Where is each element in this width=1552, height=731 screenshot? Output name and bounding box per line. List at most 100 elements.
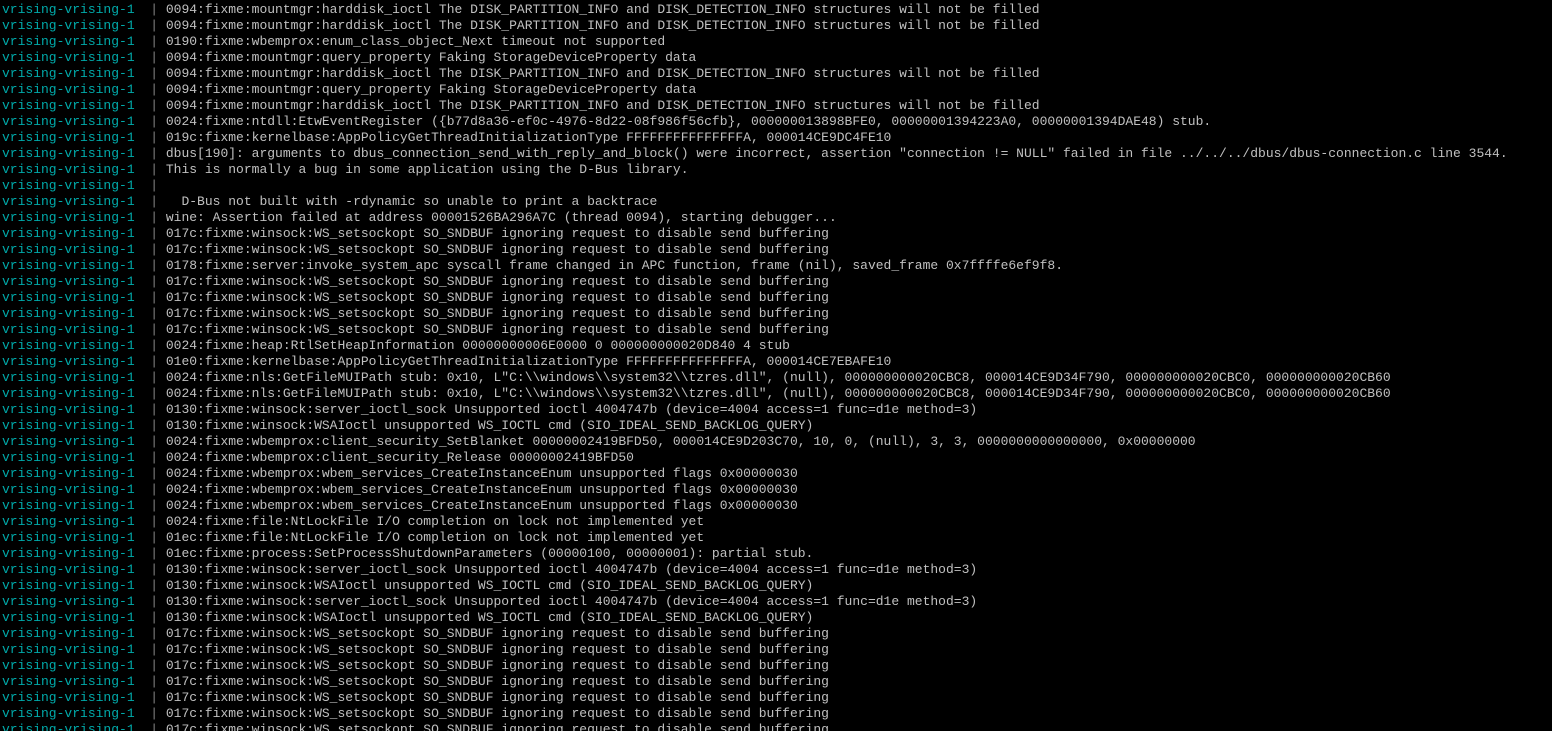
- log-message: 0094:fixme:mountmgr:harddisk_ioctl The D…: [166, 18, 1040, 33]
- log-message: 017c:fixme:winsock:WS_setsockopt SO_SNDB…: [166, 306, 829, 321]
- log-line: vrising-vrising-1 | D-Bus not built with…: [2, 194, 1552, 210]
- log-separator: |: [135, 402, 166, 417]
- log-line: vrising-vrising-1 | wine: Assertion fail…: [2, 210, 1552, 226]
- log-prefix: vrising-vrising-1: [2, 514, 135, 529]
- log-line: vrising-vrising-1 | 0024:fixme:wbemprox:…: [2, 482, 1552, 498]
- log-message: 0094:fixme:mountmgr:query_property Fakin…: [166, 82, 697, 97]
- log-message: 0190:fixme:wbemprox:enum_class_object_Ne…: [166, 34, 665, 49]
- log-separator: |: [135, 674, 166, 689]
- log-message: 017c:fixme:winsock:WS_setsockopt SO_SNDB…: [166, 706, 829, 721]
- log-line: vrising-vrising-1 | 017c:fixme:winsock:W…: [2, 690, 1552, 706]
- log-separator: |: [135, 34, 166, 49]
- log-separator: |: [135, 2, 166, 17]
- log-message: 0094:fixme:mountmgr:query_property Fakin…: [166, 50, 697, 65]
- log-line: vrising-vrising-1 | 0024:fixme:wbemprox:…: [2, 434, 1552, 450]
- log-separator: |: [135, 354, 166, 369]
- log-separator: |: [135, 610, 166, 625]
- log-prefix: vrising-vrising-1: [2, 34, 135, 49]
- log-separator: |: [135, 338, 166, 353]
- log-separator: |: [135, 514, 166, 529]
- log-line: vrising-vrising-1 | 0024:fixme:nls:GetFi…: [2, 370, 1552, 386]
- log-prefix: vrising-vrising-1: [2, 706, 135, 721]
- log-line: vrising-vrising-1 |: [2, 178, 1552, 194]
- log-separator: |: [135, 546, 166, 561]
- log-separator: |: [135, 98, 166, 113]
- log-prefix: vrising-vrising-1: [2, 466, 135, 481]
- log-separator: |: [135, 274, 166, 289]
- log-line: vrising-vrising-1 | 017c:fixme:winsock:W…: [2, 626, 1552, 642]
- log-separator: |: [135, 578, 166, 593]
- log-separator: |: [135, 482, 166, 497]
- log-separator: |: [135, 690, 166, 705]
- log-message: 017c:fixme:winsock:WS_setsockopt SO_SNDB…: [166, 242, 829, 257]
- log-message: 017c:fixme:winsock:WS_setsockopt SO_SNDB…: [166, 322, 829, 337]
- log-line: vrising-vrising-1 | 01e0:fixme:kernelbas…: [2, 354, 1552, 370]
- log-line: vrising-vrising-1 | 0094:fixme:mountmgr:…: [2, 2, 1552, 18]
- log-line: vrising-vrising-1 | 017c:fixme:winsock:W…: [2, 674, 1552, 690]
- log-line: vrising-vrising-1 | 0094:fixme:mountmgr:…: [2, 66, 1552, 82]
- log-message: 0130:fixme:winsock:server_ioctl_sock Uns…: [166, 562, 977, 577]
- log-separator: |: [135, 722, 166, 731]
- log-separator: |: [135, 498, 166, 513]
- log-separator: |: [135, 226, 166, 241]
- log-separator: |: [135, 386, 166, 401]
- log-separator: |: [135, 18, 166, 33]
- log-separator: |: [135, 290, 166, 305]
- log-message: 0024:fixme:file:NtLockFile I/O completio…: [166, 514, 704, 529]
- log-message: 0024:fixme:wbemprox:client_security_SetB…: [166, 434, 1196, 449]
- log-line: vrising-vrising-1 | 017c:fixme:winsock:W…: [2, 706, 1552, 722]
- log-prefix: vrising-vrising-1: [2, 658, 135, 673]
- log-separator: |: [135, 706, 166, 721]
- log-line: vrising-vrising-1 | 0094:fixme:mountmgr:…: [2, 50, 1552, 66]
- log-prefix: vrising-vrising-1: [2, 722, 135, 731]
- log-message: This is normally a bug in some applicati…: [166, 162, 689, 177]
- log-line: vrising-vrising-1 | 0190:fixme:wbemprox:…: [2, 34, 1552, 50]
- log-message: 0024:fixme:wbemprox:wbem_services_Create…: [166, 482, 798, 497]
- log-message: 017c:fixme:winsock:WS_setsockopt SO_SNDB…: [166, 290, 829, 305]
- log-prefix: vrising-vrising-1: [2, 50, 135, 65]
- log-prefix: vrising-vrising-1: [2, 322, 135, 337]
- log-separator: |: [135, 594, 166, 609]
- log-line: vrising-vrising-1 | dbus[190]: arguments…: [2, 146, 1552, 162]
- log-message: dbus[190]: arguments to dbus_connection_…: [166, 146, 1508, 161]
- log-line: vrising-vrising-1 | 017c:fixme:winsock:W…: [2, 658, 1552, 674]
- log-separator: |: [135, 258, 166, 273]
- log-line: vrising-vrising-1 | 0094:fixme:mountmgr:…: [2, 18, 1552, 34]
- log-separator: |: [135, 178, 166, 193]
- log-line: vrising-vrising-1 | 019c:fixme:kernelbas…: [2, 130, 1552, 146]
- log-message: 0024:fixme:wbemprox:wbem_services_Create…: [166, 498, 798, 513]
- log-line: vrising-vrising-1 | 0024:fixme:wbemprox:…: [2, 498, 1552, 514]
- log-line: vrising-vrising-1 | 0094:fixme:mountmgr:…: [2, 98, 1552, 114]
- log-line: vrising-vrising-1 | 0130:fixme:winsock:s…: [2, 562, 1552, 578]
- log-message: 017c:fixme:winsock:WS_setsockopt SO_SNDB…: [166, 722, 829, 731]
- log-message: 0094:fixme:mountmgr:harddisk_ioctl The D…: [166, 2, 1040, 17]
- log-separator: |: [135, 50, 166, 65]
- log-message: 0130:fixme:winsock:WSAIoctl unsupported …: [166, 578, 814, 593]
- log-prefix: vrising-vrising-1: [2, 258, 135, 273]
- log-prefix: vrising-vrising-1: [2, 418, 135, 433]
- log-line: vrising-vrising-1 | 0130:fixme:winsock:W…: [2, 418, 1552, 434]
- log-line: vrising-vrising-1 | 0178:fixme:server:in…: [2, 258, 1552, 274]
- log-message: 019c:fixme:kernelbase:AppPolicyGetThread…: [166, 130, 892, 145]
- log-prefix: vrising-vrising-1: [2, 18, 135, 33]
- terminal-output[interactable]: vrising-vrising-1 | 0094:fixme:mountmgr:…: [0, 0, 1552, 731]
- log-line: vrising-vrising-1 | 01ec:fixme:process:S…: [2, 546, 1552, 562]
- log-separator: |: [135, 642, 166, 657]
- log-line: vrising-vrising-1 | 0024:fixme:heap:RtlS…: [2, 338, 1552, 354]
- log-line: vrising-vrising-1 | 017c:fixme:winsock:W…: [2, 242, 1552, 258]
- log-separator: |: [135, 66, 166, 81]
- log-message: 0024:fixme:wbemprox:wbem_services_Create…: [166, 466, 798, 481]
- log-prefix: vrising-vrising-1: [2, 674, 135, 689]
- log-message: 017c:fixme:winsock:WS_setsockopt SO_SNDB…: [166, 274, 829, 289]
- log-prefix: vrising-vrising-1: [2, 146, 135, 161]
- log-message: 01ec:fixme:file:NtLockFile I/O completio…: [166, 530, 704, 545]
- log-prefix: vrising-vrising-1: [2, 338, 135, 353]
- log-prefix: vrising-vrising-1: [2, 194, 135, 209]
- log-message: 017c:fixme:winsock:WS_setsockopt SO_SNDB…: [166, 674, 829, 689]
- log-message: 0130:fixme:winsock:server_ioctl_sock Uns…: [166, 594, 977, 609]
- log-separator: |: [135, 162, 166, 177]
- log-prefix: vrising-vrising-1: [2, 66, 135, 81]
- log-line: vrising-vrising-1 | 01ec:fixme:file:NtLo…: [2, 530, 1552, 546]
- log-prefix: vrising-vrising-1: [2, 354, 135, 369]
- log-message: 0094:fixme:mountmgr:harddisk_ioctl The D…: [166, 98, 1040, 113]
